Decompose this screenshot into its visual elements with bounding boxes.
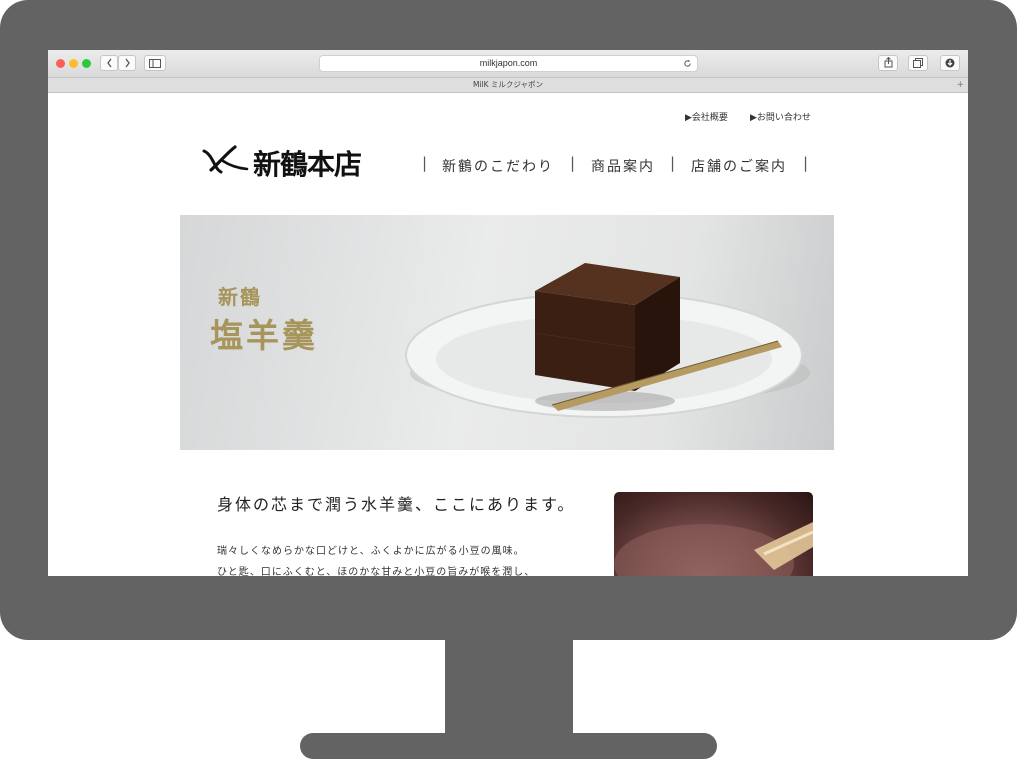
contact-link[interactable]: ▶お問い合わせ xyxy=(750,110,811,123)
main-headline: 身体の芯まで潤う水羊羹、ここにあります。 xyxy=(217,495,576,514)
sidebar-icon xyxy=(149,59,161,68)
bean-paste-photo xyxy=(614,492,813,576)
nav-divider: | xyxy=(422,154,428,172)
sidebar-button[interactable] xyxy=(144,55,166,71)
paddle-image xyxy=(614,522,813,576)
minimize-window-button[interactable] xyxy=(69,59,78,68)
url-text: milkjapon.com xyxy=(479,58,538,68)
new-tab-button[interactable]: + xyxy=(956,78,964,92)
web-page: ▶会社概要 ▶お問い合わせ 新鶴本店 | 新鶴のこだわり | 商品案内 | 店舗… xyxy=(48,93,968,576)
company-profile-link[interactable]: ▶会社概要 xyxy=(685,110,728,123)
nav-item-commitment[interactable]: 新鶴のこだわり xyxy=(442,156,554,176)
active-tab-title[interactable]: MilK ミルクジャポン xyxy=(473,80,543,89)
tabs-icon xyxy=(913,58,923,68)
back-icon xyxy=(106,58,112,68)
nav-item-products[interactable]: 商品案内 xyxy=(591,156,655,176)
download-icon xyxy=(945,58,955,68)
download-button[interactable] xyxy=(940,55,960,71)
browser-window: milkjapon.com MilK ミルクジャポン + ▶会社概要 ▶お問い合… xyxy=(48,50,968,576)
monitor-stand-base xyxy=(300,733,717,759)
nav-divider: | xyxy=(803,154,809,172)
back-button[interactable] xyxy=(100,55,118,71)
forward-icon xyxy=(124,58,130,68)
nav-divider: | xyxy=(570,154,576,172)
reload-button[interactable] xyxy=(683,56,692,73)
crane-mark-icon xyxy=(202,145,249,174)
tab-bar: MilK ミルクジャポン + xyxy=(48,78,968,93)
nav-item-store-info[interactable]: 店舗のご案内 xyxy=(691,156,787,176)
zoom-window-button[interactable] xyxy=(82,59,91,68)
yokan-on-plate-image xyxy=(405,263,810,418)
hero-banner: 新鶴 塩羊羹 xyxy=(180,215,834,450)
share-button[interactable] xyxy=(878,55,898,71)
browser-toolbar: milkjapon.com xyxy=(48,50,968,78)
intro-paragraph-line: 瑞々しくなめらかな口どけと、ふくよかに広がる小豆の風味。 xyxy=(217,546,525,557)
nav-divider: | xyxy=(670,154,676,172)
tabs-button[interactable] xyxy=(908,55,928,71)
monitor-stand-neck xyxy=(445,636,573,738)
reload-icon xyxy=(684,59,691,67)
new-tab-icon: + xyxy=(956,80,964,90)
forward-button[interactable] xyxy=(118,55,136,71)
logo-text: 新鶴本店 xyxy=(253,148,362,181)
close-window-button[interactable] xyxy=(56,59,65,68)
intro-paragraph-line: ひと匙、口にふくむと、ほのかな甘みと小豆の旨みが喉を潤し、 xyxy=(217,567,536,576)
share-icon xyxy=(884,56,892,68)
address-bar[interactable]: milkjapon.com xyxy=(319,55,698,72)
